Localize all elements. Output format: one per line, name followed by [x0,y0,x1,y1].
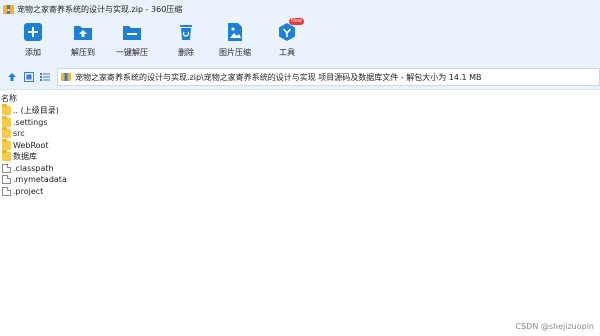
add-icon [23,22,43,42]
archive-icon [3,4,14,15]
image-compress-label: 图片压缩 [219,48,251,57]
list-item-parent-dir[interactable]: .. (上级目录) [0,104,600,117]
folder-icon [2,104,11,116]
extract-to-label: 解压到 [71,48,95,57]
file-name: .mymetadata [13,175,67,185]
column-header-name[interactable]: 名称 [1,93,17,104]
extract-to-button[interactable]: 解压到 [58,22,108,62]
address-path-field[interactable]: 宠物之家寄养系统的设计与实现.zip\宠物之家寄养系统的设计与实现 项目源码及数… [57,68,600,86]
archive-icon [61,72,71,82]
file-icon [2,186,11,196]
file-name: WebRoot [13,140,49,150]
list-item[interactable]: .mymetadata [0,174,600,186]
window-title: 宠物之家寄养系统的设计与实现.zip - 360压缩 [17,4,183,14]
list-item[interactable]: .project [0,186,600,198]
toolbar: 添加 解压到 一键解压 删除 图片压缩 New 工具 [0,18,600,64]
file-name: src [13,129,25,139]
file-name: .project [13,186,44,196]
one-click-extract-button[interactable]: 一键解压 [107,22,157,62]
list-item[interactable]: 数据库 [0,150,600,163]
tools-button[interactable]: New 工具 [262,18,312,62]
list-item[interactable]: WebRoot [0,138,600,152]
delete-label: 删除 [178,48,194,57]
title-bar: 宠物之家寄养系统的设计与实现.zip - 360压缩 [0,0,600,18]
file-icon [2,163,11,173]
list-item[interactable]: .settings [0,115,600,129]
column-header-row: 名称 [0,92,600,104]
one-click-extract-icon [122,22,142,42]
folder-icon [2,127,11,139]
file-name: .. (上级目录) [13,106,59,116]
extract-to-icon [73,22,93,42]
new-badge: New [289,18,304,25]
file-name: 数据库 [13,152,37,162]
list-item[interactable]: .classpath [0,163,600,175]
add-button[interactable]: 添加 [8,22,58,62]
folder-icon [2,138,11,150]
file-name: .settings [13,117,48,127]
file-name: .classpath [13,163,54,173]
folder-icon [2,150,11,162]
tools-icon: New [277,18,304,42]
image-compress-button[interactable]: 图片压缩 [210,22,260,62]
file-list: .. (上级目录) .settings src WebRoot 数据库 .cla… [0,104,600,198]
thumbnail-view-icon[interactable] [23,71,35,83]
up-arrow-icon[interactable] [6,71,18,83]
tools-label: 工具 [279,48,295,57]
folder-icon [2,115,11,127]
address-bar: 宠物之家寄养系统的设计与实现.zip\宠物之家寄养系统的设计与实现 项目源码及数… [0,64,600,90]
list-view-icon[interactable] [39,71,51,83]
file-icon [2,175,11,185]
address-path-text: 宠物之家寄养系统的设计与实现.zip\宠物之家寄养系统的设计与实现 项目源码及数… [75,72,482,82]
add-label: 添加 [25,48,41,57]
watermark: CSDN @shejizuopin [515,322,595,331]
delete-button[interactable]: 删除 [161,22,211,62]
one-click-extract-label: 一键解压 [116,48,148,57]
image-compress-icon [225,22,245,42]
list-item[interactable]: src [0,127,600,140]
delete-icon [176,22,196,42]
